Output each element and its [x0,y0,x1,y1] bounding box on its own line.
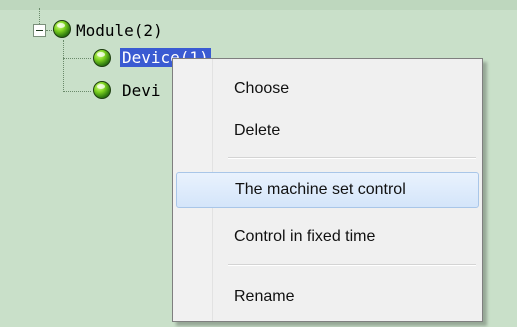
menu-item-label: Rename [234,288,295,305]
tree-connector [63,58,91,59]
menu-item-label: Control in fixed time [234,228,376,245]
menu-item-label: Delete [234,122,281,139]
device-status-icon [93,49,111,67]
menu-item-choose[interactable]: Choose [176,72,479,108]
collapse-toggle[interactable] [33,24,46,37]
menu-item-rename[interactable]: Rename [176,280,479,316]
context-menu: Choose Delete The machine set control Co… [172,58,483,322]
tree-connector [63,91,91,92]
menu-item-label: Choose [234,80,290,97]
tree-connector [63,40,64,92]
menu-separator [228,157,476,159]
tree-node-module[interactable]: Module(2) [76,21,163,40]
menu-item-label: The machine set control [235,181,406,198]
tree-top-edge [0,0,517,10]
menu-item-delete[interactable]: Delete [176,114,479,150]
menu-item-machine-set-control[interactable]: The machine set control [176,172,479,208]
tree-connector [39,8,40,24]
device-status-icon [93,81,111,99]
module-status-icon [53,20,71,38]
menu-separator [228,264,476,266]
tree-node-device-2[interactable]: Devi [122,81,161,100]
menu-item-control-fixed-time[interactable]: Control in fixed time [176,220,479,256]
